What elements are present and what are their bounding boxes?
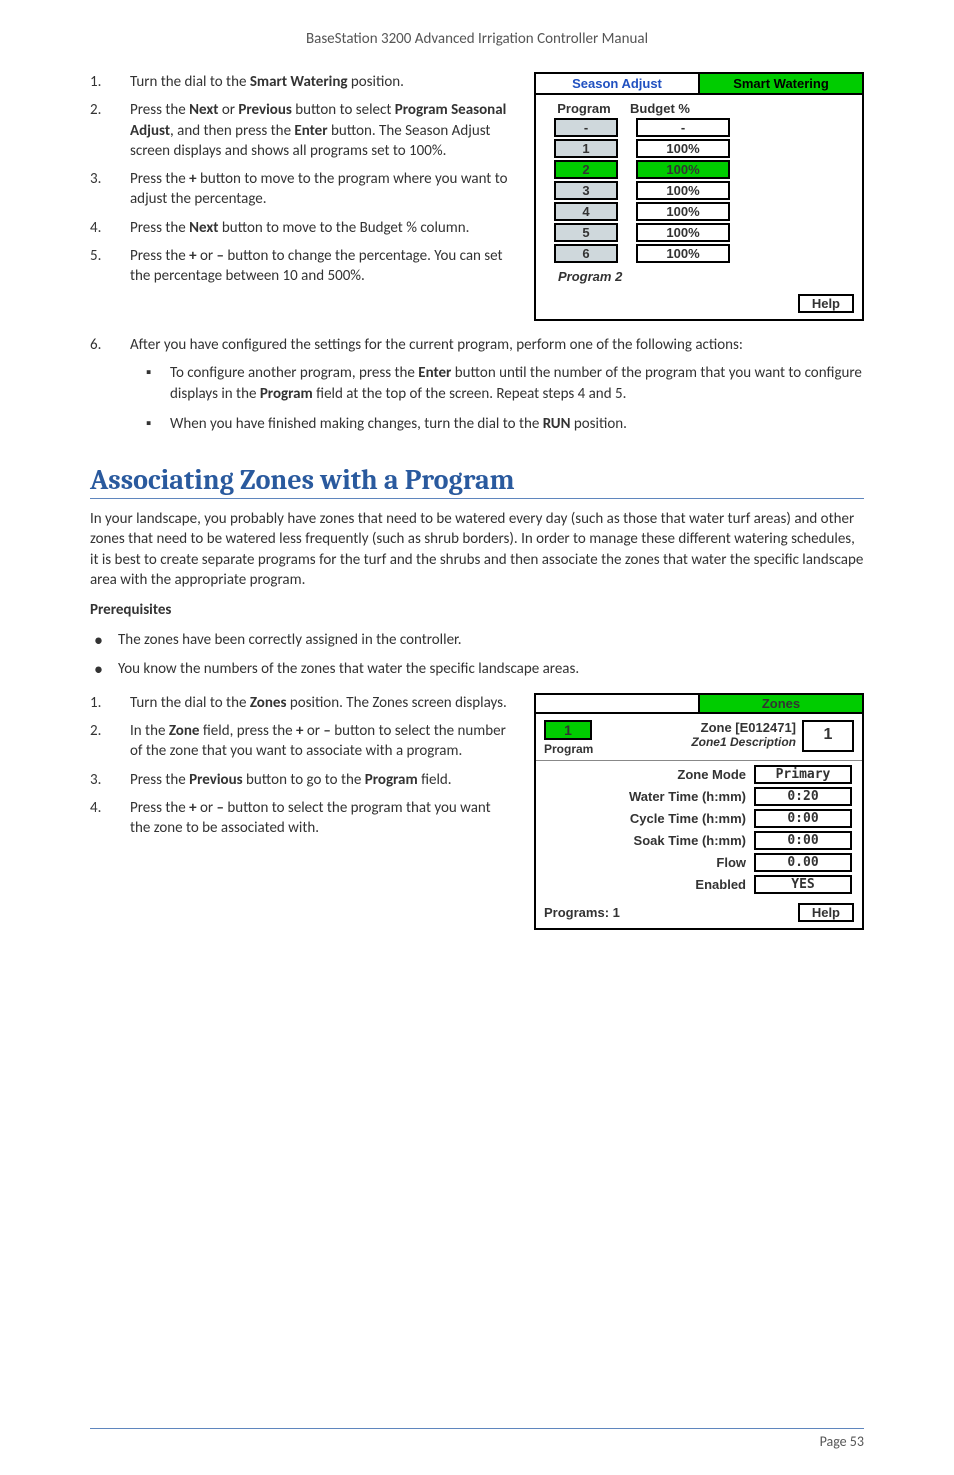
cycle-time-label: Cycle Time (h:mm) (546, 811, 754, 826)
program-cell: 4 (554, 202, 618, 221)
section-heading: Associating Zones with a Program (90, 464, 864, 499)
col-budget: Budget % (624, 101, 730, 116)
tab-season-adjust: Season Adjust (536, 74, 700, 95)
soak-time-label: Soak Time (h:mm) (546, 833, 754, 848)
flow-value: 0.00 (754, 853, 852, 872)
zone-sub: Zone1 Description (593, 735, 796, 749)
zone-mode-value: Primary (754, 765, 852, 784)
step-2: 2.Press the Next or Previous button to s… (90, 100, 514, 161)
page-header: BaseStation 3200 Advanced Irrigation Con… (90, 30, 864, 48)
program-cell: 3 (554, 181, 618, 200)
zones-step-1: 1.Turn the dial to the Zones position. T… (90, 693, 514, 713)
budget-cell: 100% (636, 139, 730, 158)
zones-screen: Zones 1 Program Zone [E012471] Zone1 Des… (534, 693, 864, 930)
program-cell: 2 (554, 160, 618, 179)
budget-cell: 100% (636, 202, 730, 221)
program-footnote: Program 2 (544, 263, 854, 284)
substep-2: When you have finished making changes, t… (130, 414, 864, 434)
zones-step-4: 4.Press the + or – button to select the … (90, 798, 514, 839)
season-adjust-screen: Season Adjust Smart Watering Program Bud… (534, 72, 864, 321)
budget-cell: 100% (636, 160, 730, 179)
zones-step-3: 3.Press the Previous button to go to the… (90, 770, 514, 790)
cycle-time-value: 0:00 (754, 809, 852, 828)
zone-value: 1 (802, 720, 854, 752)
budget-cell: 100% (636, 181, 730, 200)
substep-1: To configure another program, press the … (130, 363, 864, 404)
flow-label: Flow (546, 855, 754, 870)
program-label: Program (544, 742, 593, 756)
program-cell: 5 (554, 223, 618, 242)
enabled-value: YES (754, 875, 852, 894)
step-3: 3.Press the + button to move to the prog… (90, 169, 514, 210)
zone-mode-label: Zone Mode (546, 767, 754, 782)
program-cell: - (554, 118, 618, 137)
col-program: Program (544, 101, 624, 116)
help-button: Help (798, 294, 854, 313)
prereq-1: The zones have been correctly assigned i… (90, 630, 864, 650)
tab-smart-watering: Smart Watering (700, 74, 862, 95)
budget-cell: 100% (636, 223, 730, 242)
step-4: 4.Press the Next button to move to the B… (90, 218, 514, 238)
water-time-label: Water Time (h:mm) (546, 789, 754, 804)
budget-cell: - (636, 118, 730, 137)
prereq-2: You know the numbers of the zones that w… (90, 659, 864, 679)
enabled-label: Enabled (546, 877, 754, 892)
budget-cell: 100% (636, 244, 730, 263)
soak-time-value: 0:00 (754, 831, 852, 850)
program-cell: 1 (554, 139, 618, 158)
program-value: 1 (544, 720, 592, 740)
tab-zones: Zones (698, 695, 862, 714)
programs-count: Programs: 1 (544, 905, 798, 920)
help-button: Help (798, 903, 854, 922)
prerequisites-heading: Prerequisites (90, 600, 864, 620)
step-6: 6.After you have configured the settings… (90, 335, 864, 355)
step-5: 5.Press the + or – button to change the … (90, 246, 514, 287)
intro-paragraph: In your landscape, you probably have zon… (90, 509, 864, 590)
zones-step-2: 2.In the Zone field, press the + or – bu… (90, 721, 514, 762)
program-cell: 6 (554, 244, 618, 263)
water-time-value: 0:20 (754, 787, 852, 806)
step-1: 1.Turn the dial to the Smart Watering po… (90, 72, 514, 92)
page-footer: Page 53 (90, 1428, 864, 1450)
zone-label: Zone [E012471] (593, 720, 796, 735)
